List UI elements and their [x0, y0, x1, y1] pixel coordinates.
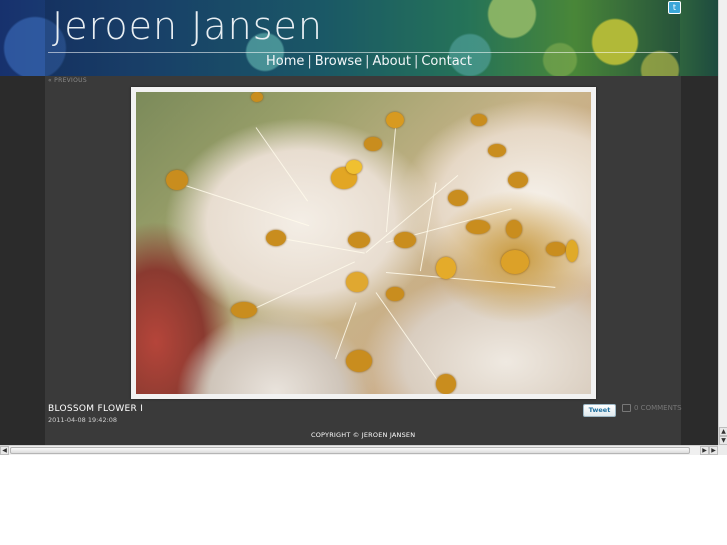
comments-link[interactable]: 0 COMMENTS: [622, 404, 682, 412]
nav-browse-link[interactable]: Browse: [315, 54, 362, 69]
vertical-scrollbar[interactable]: ▲ ▼: [718, 0, 727, 445]
scroll-right-arrow-icon[interactable]: ▶: [700, 446, 709, 455]
main-nav: Home | Browse | About | Contact: [266, 54, 472, 69]
comments-label: 0 COMMENTS: [634, 404, 682, 412]
horizontal-scrollbar[interactable]: ◀ ▶ ▶: [0, 445, 718, 455]
comment-icon: [622, 404, 631, 412]
previous-link[interactable]: « PREVIOUS: [48, 77, 87, 84]
copyright-text: COPYRIGHT © JEROEN JANSEN: [311, 431, 416, 439]
photo-title: BLOSSOM FLOWER I: [48, 404, 144, 414]
scroll-left-arrow-icon[interactable]: ◀: [0, 446, 9, 455]
blossom-photo[interactable]: [136, 92, 591, 394]
scroll-down-arrow-icon[interactable]: ▼: [719, 436, 727, 445]
photo-date: 2011-04-08 19:42:08: [48, 416, 118, 424]
scrollbar-corner: [718, 445, 727, 455]
header-divider: [48, 52, 678, 53]
scroll-up-arrow-icon[interactable]: ▲: [719, 427, 727, 436]
browser-viewport: Jeroen Jansen Home | Browse | About | Contact …: [0, 0, 718, 445]
nav-contact-link[interactable]: Contact: [421, 54, 472, 69]
tweet-button[interactable]: Tweet: [583, 404, 616, 417]
nav-separator: |: [307, 54, 312, 69]
nav-separator: |: [413, 54, 419, 69]
twitter-icon[interactable]: t: [668, 1, 681, 14]
horizontal-scroll-thumb[interactable]: [10, 447, 690, 454]
scroll-right-arrow-icon[interactable]: ▶: [709, 446, 718, 455]
nav-separator: |: [365, 54, 370, 69]
nav-about-link[interactable]: About: [373, 54, 411, 69]
site-title: Jeroen Jansen: [52, 4, 324, 48]
nav-home-link[interactable]: Home: [266, 54, 304, 69]
